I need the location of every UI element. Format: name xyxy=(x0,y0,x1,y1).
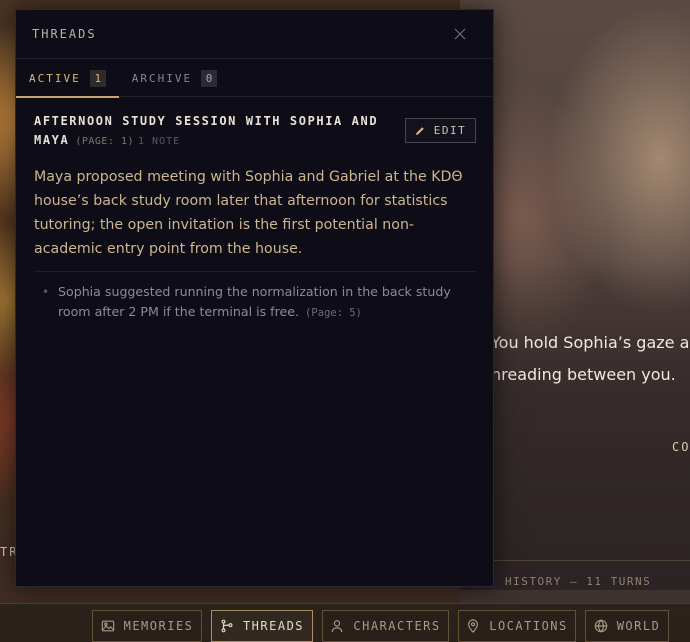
nav-label: MEMORIES xyxy=(123,619,194,633)
edit-label: EDIT xyxy=(433,124,467,137)
close-icon[interactable] xyxy=(454,28,466,40)
nav-label: WORLD xyxy=(616,619,661,633)
continue-label[interactable]: CO xyxy=(672,440,690,454)
edit-button[interactable]: EDIT xyxy=(405,118,476,143)
image-icon xyxy=(101,620,114,632)
nav-characters-button[interactable]: CHARACTERS xyxy=(322,610,449,642)
note-body: Sophia suggested running the normalizati… xyxy=(58,284,451,319)
panel-title: THREADS xyxy=(32,27,97,41)
thread-note-count: 1 NOTE xyxy=(138,136,181,147)
panel-header: THREADS xyxy=(16,10,493,59)
story-text-line: hreading between you. xyxy=(491,365,676,384)
note-page-ref: (Page: 5) xyxy=(304,307,362,319)
nav-label: THREADS xyxy=(242,619,305,633)
thread-item: AFTERNOON STUDY SESSION WITH SOPHIA AND … xyxy=(16,97,493,323)
history-label[interactable]: HISTORY — 11 TURNS xyxy=(505,575,651,588)
story-text-line: You hold Sophia’s gaze a m xyxy=(491,333,690,352)
tab-archive[interactable]: ARCHIVE 0 xyxy=(119,59,230,97)
tab-count-badge: 0 xyxy=(201,69,218,87)
background-overlay xyxy=(460,260,690,590)
thread-notes-list: • Sophia suggested running the normaliza… xyxy=(34,272,476,323)
nav-label: CHARACTERS xyxy=(353,619,441,633)
note-text: Sophia suggested running the normalizati… xyxy=(58,282,476,323)
tab-count-badge: 1 xyxy=(89,69,106,87)
person-icon xyxy=(331,620,343,633)
globe-icon xyxy=(594,619,607,633)
thread-header: AFTERNOON STUDY SESSION WITH SOPHIA AND … xyxy=(34,111,476,151)
tab-label: ACTIVE xyxy=(29,71,81,85)
thread-title-block: AFTERNOON STUDY SESSION WITH SOPHIA AND … xyxy=(34,111,384,151)
nav-label: LOCATIONS xyxy=(489,619,568,633)
thread-tabs: ACTIVE 1 ARCHIVE 0 xyxy=(16,59,493,98)
pencil-icon xyxy=(415,126,424,135)
thread-description: Maya proposed meeting with Sophia and Ga… xyxy=(34,169,463,257)
threads-panel: THREADS ACTIVE 1 ARCHIVE 0 AFTERNOON STU… xyxy=(15,9,494,587)
pin-icon xyxy=(468,619,479,633)
nav-memories-button[interactable]: MEMORIES xyxy=(92,610,202,642)
thread-page-ref: (PAGE: 1) xyxy=(75,136,134,147)
nav-world-button[interactable]: WORLD xyxy=(585,610,669,642)
list-item: • Sophia suggested running the normaliza… xyxy=(42,282,476,323)
nav-locations-button[interactable]: LOCATIONS xyxy=(458,610,576,642)
tab-label: ARCHIVE xyxy=(131,71,193,85)
branch-icon xyxy=(221,619,233,633)
nav-threads-button[interactable]: THREADS xyxy=(211,610,313,642)
bullet: • xyxy=(42,285,50,299)
bottom-nav: MEMORIES THREADS CHARACTERS LOCATIONS WO… xyxy=(0,603,690,642)
tab-active[interactable]: ACTIVE 1 xyxy=(16,59,119,98)
